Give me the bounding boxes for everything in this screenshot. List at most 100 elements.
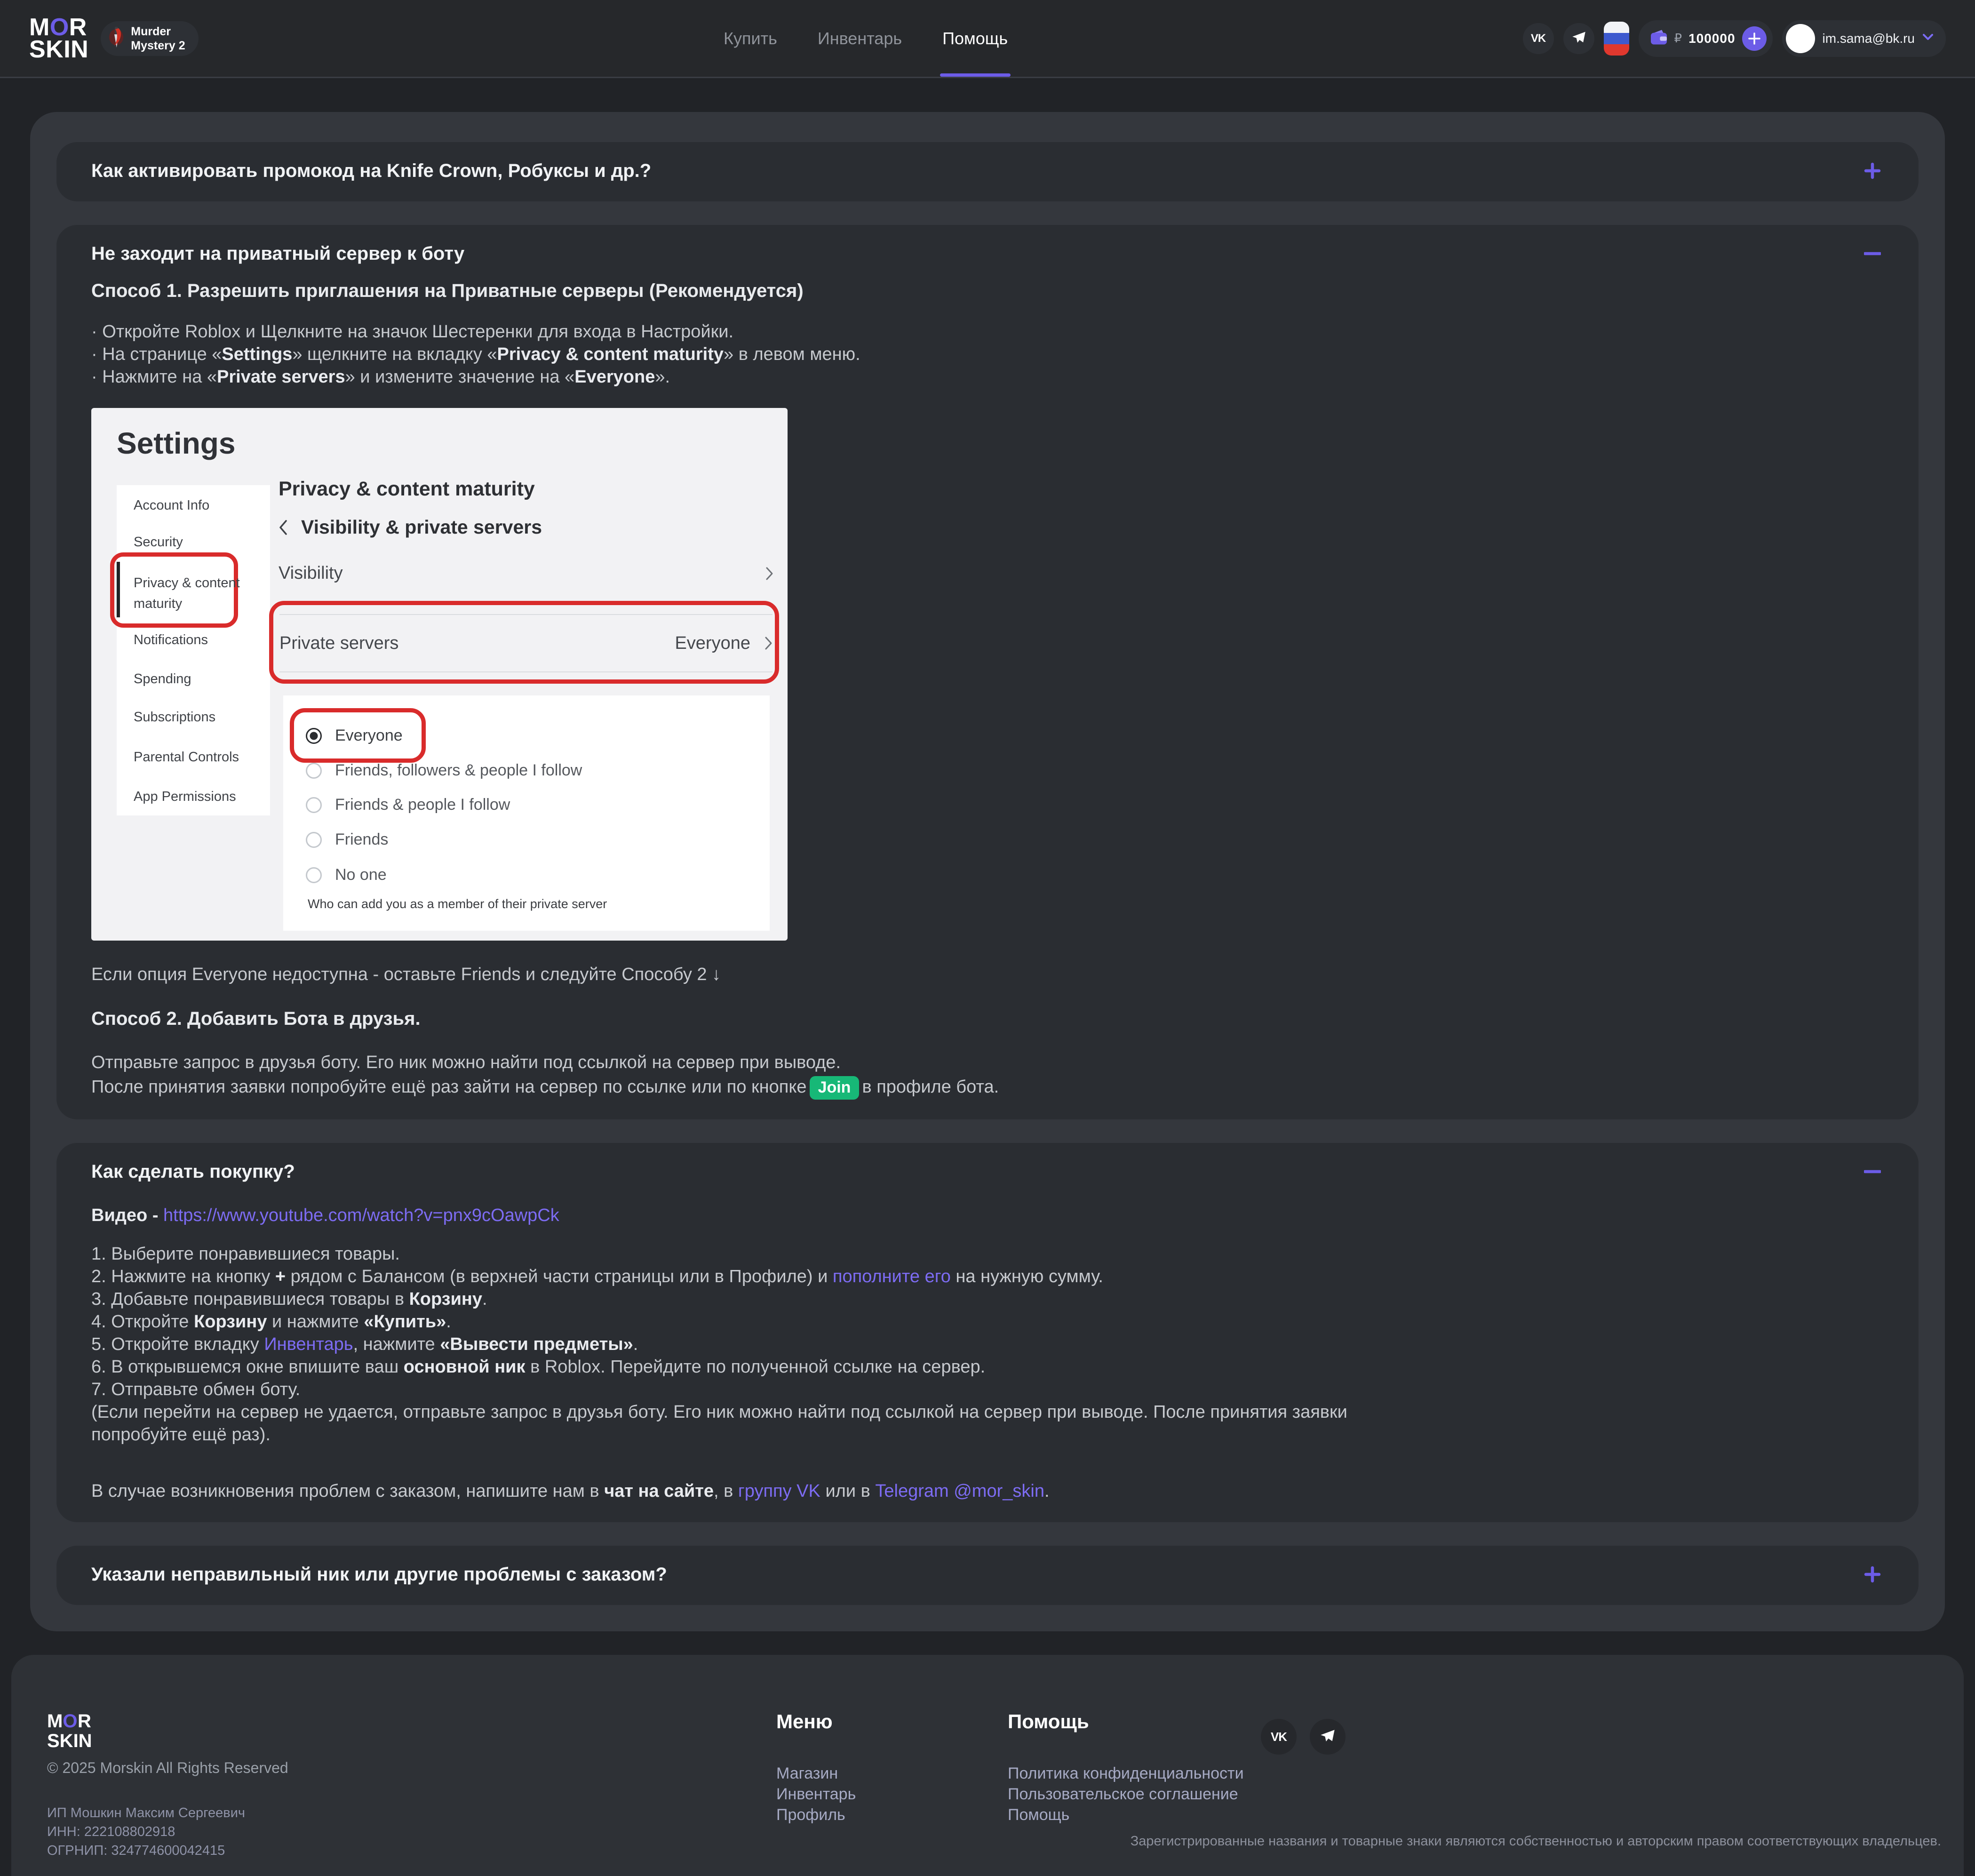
step-line: 5. Откройте вкладку Инвентарь, нажмите «…	[91, 1333, 1881, 1356]
game-selector-murder-mystery-2[interactable]: Murder Mystery 2	[101, 21, 198, 56]
user-email: im.sama@bk.ru	[1823, 31, 1915, 46]
radio-icon	[306, 763, 322, 779]
bullet-line: · На странице «Settings» щелкните на вкл…	[91, 343, 1881, 366]
user-menu[interactable]: im.sama@bk.ru	[1782, 20, 1946, 57]
method1-title: Способ 1. Разрешить приглашения на Прива…	[91, 280, 1881, 302]
private-servers-row: Private servers Everyone	[279, 614, 772, 672]
footer-telegram-button[interactable]	[1310, 1719, 1346, 1755]
collapse-button[interactable]	[1864, 1163, 1881, 1180]
currency-symbol: ₽	[1674, 31, 1682, 46]
chevron-right-icon	[765, 567, 773, 581]
step-line: 2. Нажмите на кнопку + рядом с Балансом …	[91, 1265, 1881, 1288]
expand-button[interactable]	[1864, 1566, 1881, 1583]
faq-answer: Видео - https://www.youtube.com/watch?v=…	[91, 1204, 1881, 1502]
step-line: (Если перейти на сервер не удается, отпр…	[91, 1401, 1881, 1423]
brand-o-accent: O	[63, 1711, 78, 1732]
step-line: 1. Выберите понравившиеся товары.	[91, 1243, 1881, 1265]
sidebar-active-bar	[117, 562, 120, 617]
telegram-social-button[interactable]	[1563, 23, 1594, 54]
faq-container: Как активировать промокод на Knife Crown…	[30, 112, 1945, 1631]
footer-copyright: © 2025 Morskin All Rights Reserved	[47, 1759, 288, 1777]
radio-caption: Who can add you as a member of their pri…	[308, 897, 607, 911]
collapse-button[interactable]	[1864, 245, 1881, 262]
nav-buy[interactable]: Купить	[724, 0, 777, 77]
sidebar-item-subscriptions: Subscriptions	[134, 710, 215, 725]
fallback-note: Если опция Everyone недоступна - оставьт…	[91, 962, 1881, 987]
brand-logo[interactable]: MOR SKIN	[29, 16, 88, 61]
faq-question: Не заходит на приватный сервер к боту	[91, 243, 464, 264]
main-nav: Купить Инвентарь Помощь	[724, 0, 1008, 77]
faq-question-row[interactable]: Не заходит на приватный сервер к боту	[91, 243, 1881, 264]
brand-logo-line2: SKIN	[29, 36, 88, 63]
radio-icon	[306, 832, 322, 848]
private-servers-label: Private servers	[279, 633, 398, 654]
step-line: 6. В открывшемся окне впишите ваш основн…	[91, 1356, 1881, 1378]
russia-flag-icon[interactable]	[1604, 22, 1629, 56]
footer-help-title: Помощь	[1008, 1710, 1244, 1733]
method2-paragraph: Отправьте запрос в друзья боту. Его ник …	[91, 1050, 1881, 1100]
legal-inn: ИНН: 222108802918	[47, 1822, 245, 1841]
header: MOR SKIN Murder Mystery 2 Купить Инвента…	[0, 0, 1975, 78]
video-link-line[interactable]: Видео - https://www.youtube.com/watch?v=…	[91, 1204, 1881, 1227]
footer-link-privacy-policy[interactable]: Политика конфиденциальности	[1008, 1763, 1244, 1784]
footer-vk-button[interactable]: VK	[1261, 1719, 1297, 1755]
nav-inventory[interactable]: Инвентарь	[818, 0, 902, 77]
plus-icon	[1864, 1566, 1881, 1583]
vk-social-button[interactable]: VK	[1523, 23, 1554, 54]
minus-icon	[1864, 245, 1881, 262]
top-up-balance-button[interactable]	[1742, 26, 1767, 51]
purchase-steps: 1. Выберите понравившиеся товары. 2. Наж…	[91, 1243, 1881, 1446]
sidebar-item-app-permissions: App Permissions	[134, 789, 236, 805]
step-line: 3. Добавьте понравившиеся товары в Корзи…	[91, 1288, 1881, 1310]
faq-question-row[interactable]: Как сделать покупку?	[91, 1161, 1881, 1182]
faq-question-row[interactable]: Как активировать промокод на Knife Crown…	[91, 160, 1881, 182]
chevron-right-icon	[765, 636, 772, 650]
faq-item-promocode: Как активировать промокод на Knife Crown…	[56, 142, 1919, 201]
telegram-icon	[1572, 31, 1586, 46]
faq-answer: Способ 1. Разрешить приглашения на Прива…	[91, 280, 1881, 1100]
footer-menu-column: Меню Магазин Инвентарь Профиль	[776, 1710, 856, 1825]
screenshot-sidebar: Account Info Security Privacy & content …	[117, 485, 270, 815]
footer-social: VK	[1261, 1719, 1346, 1755]
expand-button[interactable]	[1864, 162, 1881, 179]
method2-title: Способ 2. Добавить Бота в друзья.	[91, 1008, 1881, 1030]
nav-help[interactable]: Помощь	[942, 0, 1008, 77]
balance-widget[interactable]: ₽ 100000	[1639, 20, 1773, 57]
sidebar-item-account-info: Account Info	[134, 498, 209, 513]
bullet-line: · Откройте Roblox и Щелкните на значок Ш…	[91, 320, 1881, 343]
step-line: попробуйте ещё раз).	[91, 1423, 1881, 1446]
balance-amount: 100000	[1688, 31, 1735, 46]
footer-link-profile[interactable]: Профиль	[776, 1804, 856, 1825]
private-server-options-card: Everyone Friends, followers & people I f…	[283, 695, 770, 931]
footer-link-user-agreement[interactable]: Пользовательское соглашение	[1008, 1784, 1244, 1804]
faq-question-row[interactable]: Указали неправильный ник или другие проб…	[91, 1564, 1881, 1585]
radio-icon	[306, 867, 322, 883]
radio-option-friends-people: Friends & people I follow	[306, 796, 510, 814]
footer-brand-logo[interactable]: MOR SKIN	[47, 1710, 92, 1749]
wallet-icon	[1650, 29, 1668, 48]
faq-question: Как сделать покупку?	[91, 1161, 295, 1182]
footer-menu-title: Меню	[776, 1710, 856, 1733]
legal-ogrnip: ОГРНИП: 324774600042415	[47, 1841, 245, 1860]
screenshot-subheading-row: Visibility & private servers	[279, 516, 542, 538]
text-line: После принятия заявки попробуйте ещё раз…	[91, 1075, 1881, 1100]
footer-link-shop[interactable]: Магазин	[776, 1763, 856, 1784]
chevron-down-icon	[1922, 33, 1934, 43]
footer-link-help[interactable]: Помощь	[1008, 1804, 1244, 1825]
radio-selected-icon	[306, 728, 322, 744]
footer: MOR SKIN © 2025 Morskin All Rights Reser…	[11, 1655, 1964, 1876]
sidebar-item-parental-controls: Parental Controls	[134, 750, 239, 765]
visibility-row: Visibility	[279, 563, 773, 583]
vk-icon: VK	[1271, 1730, 1287, 1744]
footer-link-inventory[interactable]: Инвентарь	[776, 1784, 856, 1804]
sidebar-item-spending: Spending	[134, 671, 191, 687]
nav-active-indicator	[940, 73, 1011, 77]
radio-icon	[306, 797, 322, 813]
knife-icon	[108, 24, 124, 52]
footer-help-column: Помощь Политика конфиденциальности Польз…	[1008, 1710, 1244, 1825]
screenshot-subheading: Visibility & private servers	[301, 516, 542, 538]
plus-icon	[1748, 32, 1761, 45]
faq-item-wrong-nickname: Указали неправильный ник или другие проб…	[56, 1546, 1919, 1605]
step-line: 7. Отправьте обмен боту.	[91, 1378, 1881, 1401]
avatar	[1786, 24, 1815, 53]
